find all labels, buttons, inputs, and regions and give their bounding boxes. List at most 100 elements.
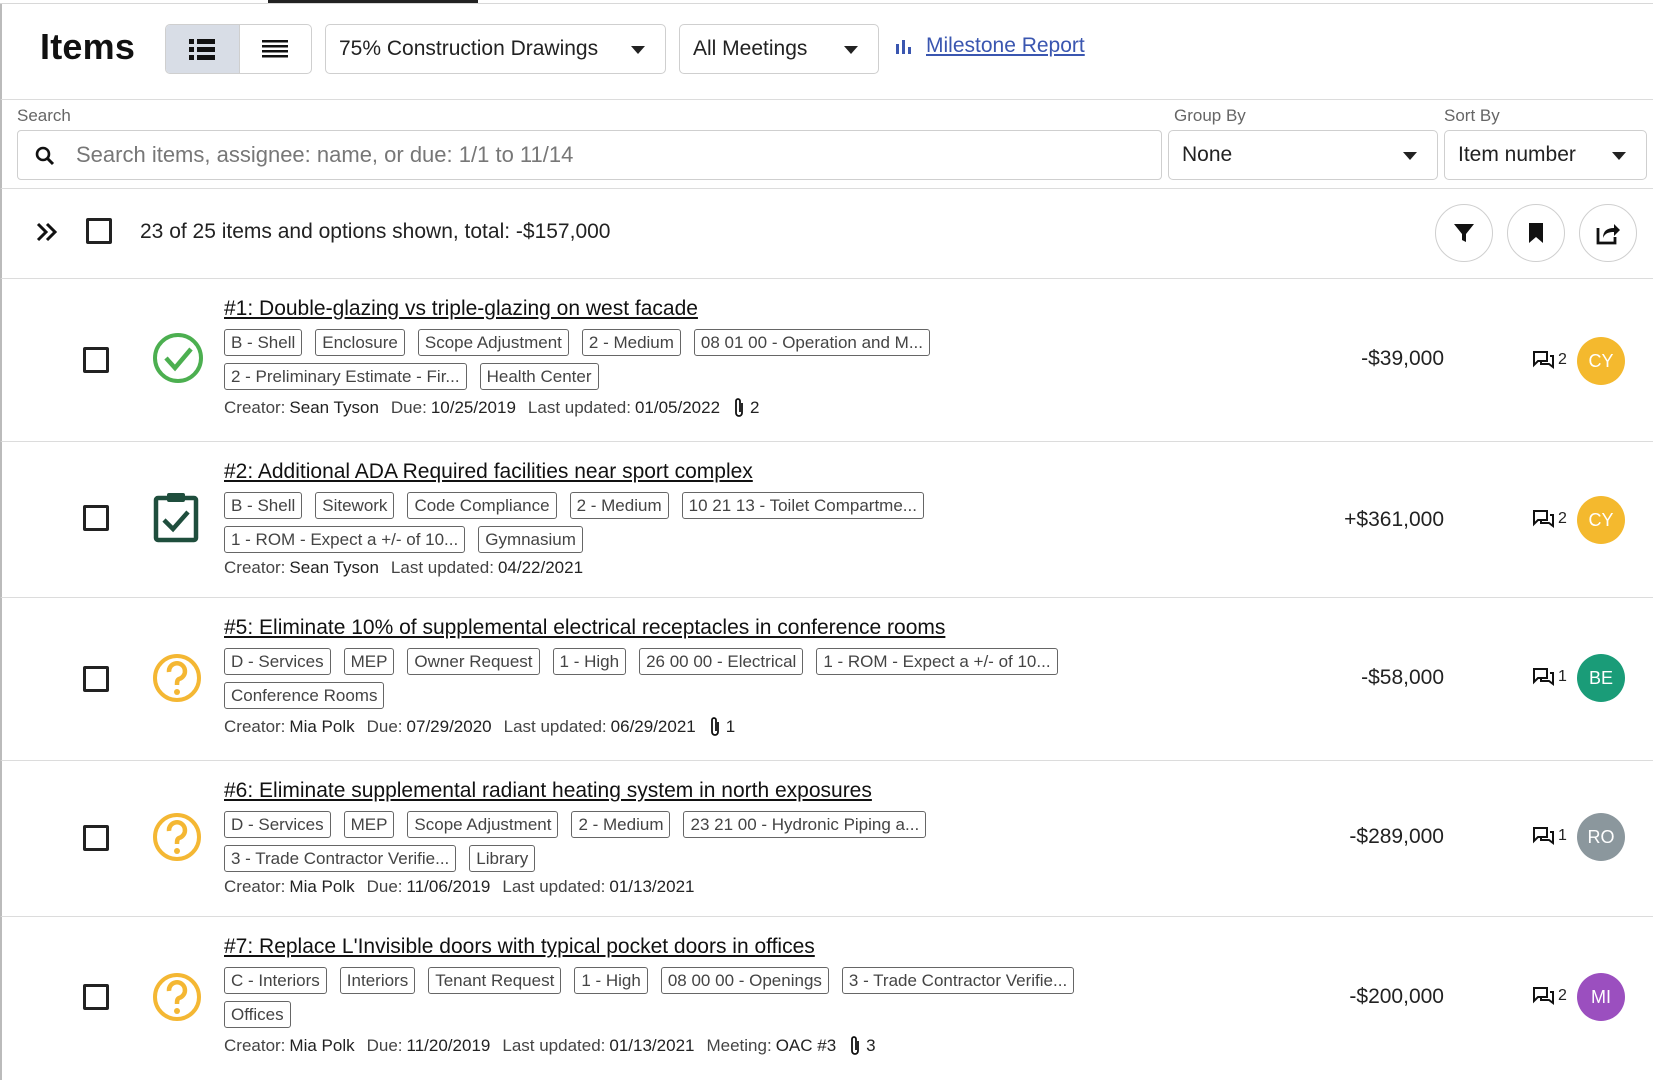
tag: 1 - ROM - Expect a +/- of 10... <box>224 526 466 553</box>
bookmark-icon <box>1529 223 1543 243</box>
comment-count: 2 <box>1558 351 1567 368</box>
milestone-report-link[interactable]: Milestone Report <box>894 34 1085 58</box>
creator-value: Mia Polk <box>289 717 355 736</box>
detailed-list-view-button[interactable] <box>166 25 239 73</box>
comments-icon <box>1533 510 1554 528</box>
comment-count: 1 <box>1558 668 1567 685</box>
attachments[interactable]: 1 <box>708 716 735 738</box>
tag: 23 21 00 - Hydronic Piping a... <box>683 811 927 838</box>
item-tags: B - Shell Sitework Code Compliance 2 - M… <box>224 492 1124 553</box>
meeting-value: OAC #3 <box>775 1036 837 1055</box>
tag: MEP <box>343 811 395 838</box>
export-button[interactable] <box>1579 204 1637 262</box>
bookmark-button[interactable] <box>1507 204 1565 262</box>
item-row[interactable]: #5: Eliminate 10% of supplemental electr… <box>0 598 1653 761</box>
tag: Scope Adjustment <box>407 811 559 838</box>
meetings-select-value: All Meetings <box>693 37 808 60</box>
tag: 2 - Medium <box>569 492 669 519</box>
question-circle-icon <box>153 973 201 1021</box>
item-amount: -$58,000 <box>1361 666 1444 689</box>
tag: Gymnasium <box>478 526 583 553</box>
avatar[interactable]: MI <box>1577 973 1625 1021</box>
search-input[interactable] <box>76 131 1151 179</box>
tag: Scope Adjustment <box>417 329 569 356</box>
tag: Tenant Request <box>428 967 562 994</box>
meeting-label: Meeting: <box>706 1036 772 1055</box>
summary-bar: 23 of 25 items and options shown, total:… <box>0 189 1653 279</box>
avatar[interactable]: CY <box>1577 496 1625 544</box>
item-title[interactable]: #7: Replace L'Invisible doors with typic… <box>224 935 815 959</box>
avatar[interactable]: RO <box>1577 813 1625 861</box>
item-checkbox[interactable] <box>83 825 109 851</box>
detailed-list-icon <box>189 39 216 60</box>
tag: 08 01 00 - Operation and M... <box>693 329 931 356</box>
tag: 1 - High <box>574 967 648 994</box>
item-tags: C - Interiors Interiors Tenant Request 1… <box>224 967 1124 1028</box>
tag: MEP <box>343 648 395 675</box>
comment-count: 2 <box>1558 510 1567 527</box>
group-by-label: Group By <box>1174 106 1246 125</box>
tag: Offices <box>224 1001 291 1028</box>
item-meta: Creator: Mia Polk Due: 07/29/2020 Last upd… <box>224 716 747 738</box>
tag: 2 - Medium <box>581 329 681 356</box>
item-checkbox[interactable] <box>83 505 109 531</box>
comments-button[interactable]: 2 <box>1531 985 1567 1007</box>
tag: Interiors <box>339 967 416 994</box>
chevron-down-icon <box>844 46 858 54</box>
expand-all-icon[interactable] <box>34 219 60 245</box>
check-circle-icon <box>153 333 203 383</box>
tag: 1 - ROM - Expect a +/- of 10... <box>816 648 1058 675</box>
due-label: Due: <box>366 877 403 896</box>
items-summary: 23 of 25 items and options shown, total:… <box>140 220 611 243</box>
group-by-select[interactable]: None <box>1168 130 1438 180</box>
due-value: 07/29/2020 <box>406 717 492 736</box>
item-checkbox[interactable] <box>83 347 109 373</box>
tag: D - Services <box>224 648 331 675</box>
compact-list-view-button[interactable] <box>238 25 312 73</box>
filter-button[interactable] <box>1435 204 1493 262</box>
item-title[interactable]: #6: Eliminate supplemental radiant heati… <box>224 779 872 803</box>
creator-value: Sean Tyson <box>289 398 379 417</box>
creator-value: Mia Polk <box>289 1036 355 1055</box>
item-title[interactable]: #2: Additional ADA Required facilities n… <box>224 460 753 484</box>
item-tags: B - Shell Enclosure Scope Adjustment 2 -… <box>224 329 1124 390</box>
tag: 1 - High <box>552 648 627 675</box>
item-checkbox[interactable] <box>83 984 109 1010</box>
sort-by-select[interactable]: Item number <box>1444 130 1647 180</box>
attachments[interactable]: 2 <box>732 397 760 419</box>
paperclip-icon <box>735 398 743 417</box>
item-row[interactable]: #7: Replace L'Invisible doors with typic… <box>0 917 1653 1080</box>
comments-button[interactable]: 1 <box>1531 666 1567 688</box>
comments-button[interactable]: 2 <box>1531 349 1567 371</box>
meetings-select[interactable]: All Meetings <box>679 24 879 74</box>
tag: 10 21 13 - Toilet Compartme... <box>681 492 924 519</box>
item-row[interactable]: #1: Double-glazing vs triple-glazing on … <box>0 279 1653 442</box>
tag: 26 00 00 - Electrical <box>639 648 804 675</box>
share-icon <box>1596 224 1620 245</box>
filter-bar: Search Group By None Sort By Item number <box>0 100 1653 189</box>
attachments[interactable]: 3 <box>848 1035 876 1057</box>
search-field[interactable] <box>17 130 1162 180</box>
item-title[interactable]: #5: Eliminate 10% of supplemental electr… <box>224 616 945 640</box>
item-title[interactable]: #1: Double-glazing vs triple-glazing on … <box>224 297 698 321</box>
item-checkbox[interactable] <box>83 666 109 692</box>
comments-button[interactable]: 1 <box>1531 825 1567 847</box>
milestone-select[interactable]: 75% Construction Drawings <box>325 24 666 74</box>
search-label: Search <box>17 106 71 125</box>
comments-icon <box>1533 987 1554 1005</box>
avatar[interactable]: BE <box>1577 654 1625 702</box>
item-meta: Creator: Mia Polk Due: 11/06/2019 Last upd… <box>224 877 706 897</box>
select-all-checkbox[interactable] <box>86 218 112 244</box>
comments-button[interactable]: 2 <box>1531 508 1567 530</box>
milestone-select-value: 75% Construction Drawings <box>339 37 599 60</box>
item-row[interactable]: #6: Eliminate supplemental radiant heati… <box>0 761 1653 917</box>
creator-label: Creator: <box>224 558 286 577</box>
compact-list-icon <box>262 40 289 58</box>
avatar[interactable]: CY <box>1577 337 1625 385</box>
tag: Sitework <box>315 492 395 519</box>
item-row[interactable]: #2: Additional ADA Required facilities n… <box>0 442 1653 598</box>
tag: D - Services <box>224 811 331 838</box>
search-icon <box>35 146 55 166</box>
updated-label: Last updated: <box>503 717 607 736</box>
due-label: Due: <box>366 1036 403 1055</box>
